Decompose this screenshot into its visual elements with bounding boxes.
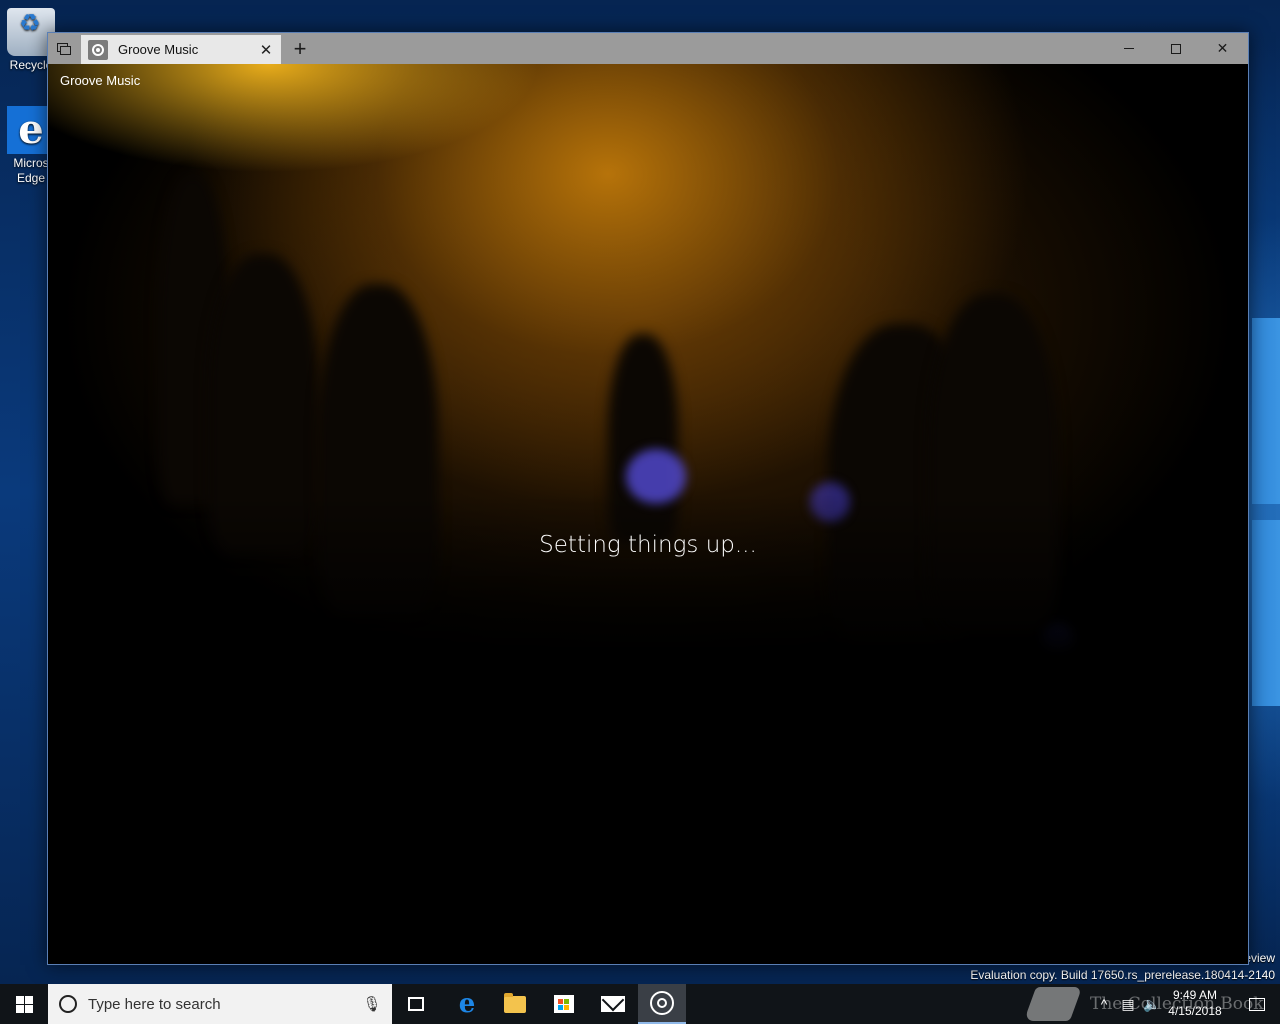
folder-icon	[504, 992, 526, 1013]
windows-logo-icon	[15, 995, 33, 1013]
start-button[interactable]	[0, 984, 48, 1024]
taskbar-task-view[interactable]	[392, 984, 440, 1024]
taskbar-edge[interactable]: e	[443, 984, 491, 1024]
wallpaper-logo-pane	[1252, 318, 1280, 504]
splash-screen: Groove Music Setting things up...	[48, 64, 1248, 964]
microphone-icon[interactable]: 🎙	[360, 995, 384, 1013]
edge-icon: e	[458, 989, 476, 1019]
groove-music-window: Groove Music ✕ + ✕ Groove Music Setting …	[47, 32, 1249, 965]
watermark: The Collection Book	[1023, 986, 1264, 1022]
minimize-icon	[1123, 48, 1134, 49]
cortana-icon	[59, 995, 77, 1013]
wallpaper-logo-pane	[1252, 520, 1280, 706]
task-view-icon	[408, 997, 424, 1011]
maximize-icon	[1170, 43, 1181, 54]
app-title: Groove Music	[60, 73, 141, 88]
watermark-text: The Collection Book	[1090, 994, 1264, 1014]
taskbar-groove-music[interactable]	[638, 984, 686, 1024]
taskbar-file-explorer[interactable]	[491, 984, 539, 1024]
status-message: Setting things up...	[539, 532, 757, 558]
maximize-button[interactable]	[1152, 33, 1199, 64]
new-tab-button[interactable]: +	[286, 33, 314, 64]
title-bar[interactable]: Groove Music ✕ + ✕	[48, 33, 1248, 64]
tab-close-icon[interactable]: ✕	[254, 41, 278, 59]
tabs-overview-icon-front	[60, 46, 71, 55]
evaluation-copy-text: Evaluation copy. Build 17650.rs_prerelea…	[970, 968, 1275, 982]
groove-app-icon	[88, 39, 108, 60]
taskbar-mail[interactable]	[589, 984, 637, 1024]
mail-icon	[601, 996, 625, 1012]
groove-ring	[92, 43, 104, 56]
close-button[interactable]: ✕	[1199, 33, 1246, 64]
background-shadow	[48, 494, 1248, 964]
store-icon	[554, 995, 574, 1013]
tab-groove-music[interactable]: Groove Music ✕	[81, 35, 281, 64]
search-input[interactable]: Type here to search	[88, 996, 360, 1013]
search-box[interactable]: Type here to search 🎙	[48, 984, 392, 1024]
tab-title: Groove Music	[118, 42, 199, 57]
minimize-button[interactable]	[1105, 33, 1152, 64]
groove-icon	[650, 991, 674, 1015]
taskbar-store[interactable]	[540, 984, 588, 1024]
book-logo-icon	[1023, 987, 1083, 1021]
tabs-overview-button[interactable]	[48, 33, 80, 64]
